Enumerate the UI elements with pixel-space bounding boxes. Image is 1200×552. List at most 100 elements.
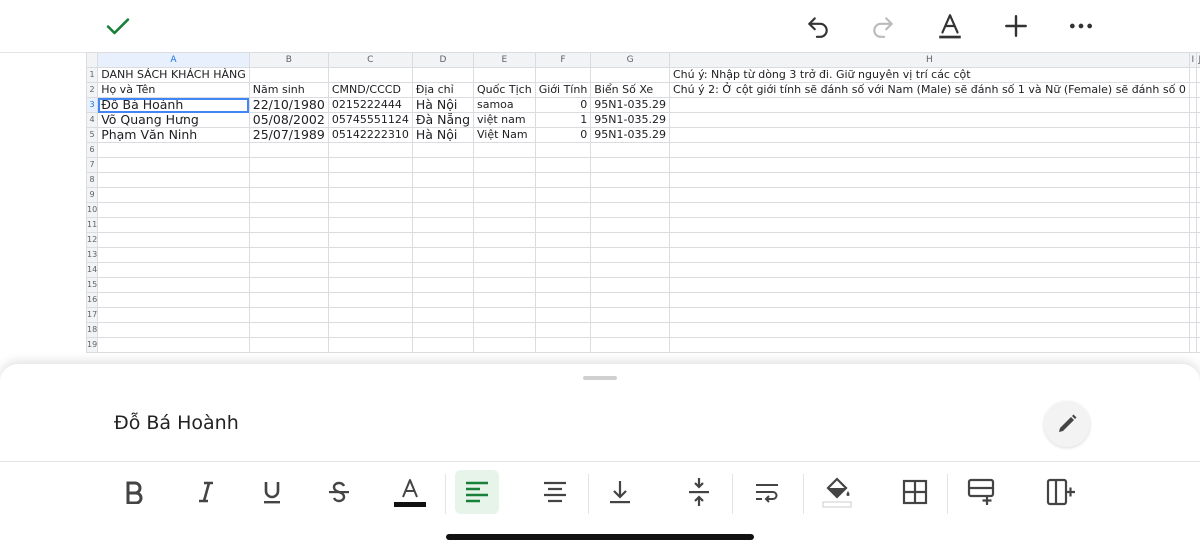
cell[interactable] xyxy=(1188,82,1197,98)
cell[interactable] xyxy=(248,202,329,218)
cell[interactable] xyxy=(534,202,592,218)
cell[interactable] xyxy=(668,142,1190,158)
cell[interactable] xyxy=(1195,82,1200,98)
cell[interactable] xyxy=(248,262,329,278)
cell[interactable] xyxy=(668,217,1190,233)
cell-a3-selected[interactable]: Đỗ Bá Hoành xyxy=(97,97,250,113)
column-header[interactable]: G xyxy=(590,52,670,68)
cell[interactable] xyxy=(327,202,413,218)
cell[interactable] xyxy=(1195,262,1200,278)
row-header[interactable]: 13 xyxy=(86,247,99,263)
column-header[interactable]: E xyxy=(473,52,536,68)
cell[interactable] xyxy=(1195,112,1200,128)
cell[interactable] xyxy=(590,307,670,323)
cell[interactable] xyxy=(590,262,670,278)
cell[interactable] xyxy=(590,202,670,218)
borders-icon[interactable] xyxy=(893,470,937,514)
cell[interactable] xyxy=(248,157,329,173)
cell[interactable] xyxy=(473,322,536,338)
cell[interactable] xyxy=(248,232,329,248)
cell[interactable] xyxy=(97,202,250,218)
cell-g3[interactable]: 95N1-035.29 xyxy=(590,97,670,113)
cell-d3[interactable]: Hà Nội xyxy=(411,97,475,113)
cell[interactable] xyxy=(97,232,250,248)
cell[interactable] xyxy=(1195,202,1200,218)
corner-cell[interactable] xyxy=(86,52,99,68)
cell[interactable] xyxy=(473,277,536,293)
cell[interactable] xyxy=(327,277,413,293)
strikethrough-icon[interactable] xyxy=(317,470,361,514)
cell[interactable] xyxy=(668,277,1190,293)
cell[interactable] xyxy=(248,247,329,263)
cell-f2[interactable]: Giới Tính xyxy=(534,82,592,98)
cell[interactable] xyxy=(248,142,329,158)
cell[interactable] xyxy=(1188,142,1197,158)
cell-b3[interactable]: 22/10/1980 xyxy=(248,97,329,113)
cell[interactable] xyxy=(534,67,592,83)
cell[interactable] xyxy=(1195,232,1200,248)
cell-a4[interactable]: Võ Quang Hưng xyxy=(97,112,250,128)
cell[interactable] xyxy=(590,292,670,308)
cell-b4[interactable]: 05/08/2002 xyxy=(248,112,329,128)
row-header[interactable]: 15 xyxy=(86,277,99,293)
cell[interactable] xyxy=(1195,247,1200,263)
cell[interactable] xyxy=(1188,172,1197,188)
cell[interactable] xyxy=(248,277,329,293)
cell[interactable] xyxy=(534,292,592,308)
cell[interactable] xyxy=(327,307,413,323)
row-header[interactable]: 5 xyxy=(86,127,99,143)
cell[interactable] xyxy=(668,262,1190,278)
cell-g5[interactable]: 95N1-035.29 xyxy=(590,127,670,143)
cell[interactable] xyxy=(411,247,475,263)
cell[interactable] xyxy=(668,202,1190,218)
cell-f4[interactable]: 1 xyxy=(534,112,592,128)
cell[interactable] xyxy=(97,247,250,263)
cell[interactable] xyxy=(590,247,670,263)
cell[interactable] xyxy=(1195,307,1200,323)
valign-middle-icon[interactable] xyxy=(677,470,721,514)
cell[interactable] xyxy=(1188,232,1197,248)
cell[interactable] xyxy=(590,337,670,353)
cell[interactable] xyxy=(327,157,413,173)
cell-b5[interactable]: 25/07/1989 xyxy=(248,127,329,143)
row-header[interactable]: 9 xyxy=(86,187,99,203)
insert-column-icon[interactable] xyxy=(1039,470,1083,514)
column-header[interactable]: J xyxy=(1195,52,1200,68)
row-header[interactable]: 2 xyxy=(86,82,99,98)
cell[interactable] xyxy=(411,172,475,188)
cell[interactable] xyxy=(1188,247,1197,263)
cell[interactable] xyxy=(590,67,670,83)
cell-d4[interactable]: Đà Nẵng xyxy=(411,112,475,128)
cell[interactable] xyxy=(534,172,592,188)
cell[interactable] xyxy=(327,142,413,158)
cell[interactable] xyxy=(1195,322,1200,338)
row-header[interactable]: 12 xyxy=(86,232,99,248)
cell[interactable] xyxy=(1188,67,1197,83)
cell[interactable] xyxy=(534,262,592,278)
row-header[interactable]: 17 xyxy=(86,307,99,323)
cell[interactable] xyxy=(1188,157,1197,173)
cell-c2[interactable]: CMND/CCCD xyxy=(327,82,413,98)
cell[interactable] xyxy=(1188,277,1197,293)
cell[interactable] xyxy=(97,262,250,278)
cell[interactable] xyxy=(590,217,670,233)
column-header[interactable]: F xyxy=(534,52,592,68)
cell[interactable] xyxy=(97,292,250,308)
align-center-icon[interactable] xyxy=(533,470,577,514)
cell[interactable] xyxy=(327,262,413,278)
cell[interactable] xyxy=(97,187,250,203)
column-header[interactable]: A xyxy=(97,52,250,68)
cell[interactable] xyxy=(1195,277,1200,293)
cell[interactable] xyxy=(411,232,475,248)
bold-icon[interactable] xyxy=(112,470,156,514)
cell[interactable] xyxy=(668,157,1190,173)
column-header[interactable]: D xyxy=(411,52,475,68)
cell[interactable] xyxy=(327,187,413,203)
cell[interactable] xyxy=(473,232,536,248)
cell[interactable] xyxy=(97,277,250,293)
cell[interactable] xyxy=(327,172,413,188)
cell[interactable] xyxy=(411,202,475,218)
cell-d5[interactable]: Hà Nội xyxy=(411,127,475,143)
cell[interactable] xyxy=(248,217,329,233)
cell[interactable] xyxy=(97,157,250,173)
